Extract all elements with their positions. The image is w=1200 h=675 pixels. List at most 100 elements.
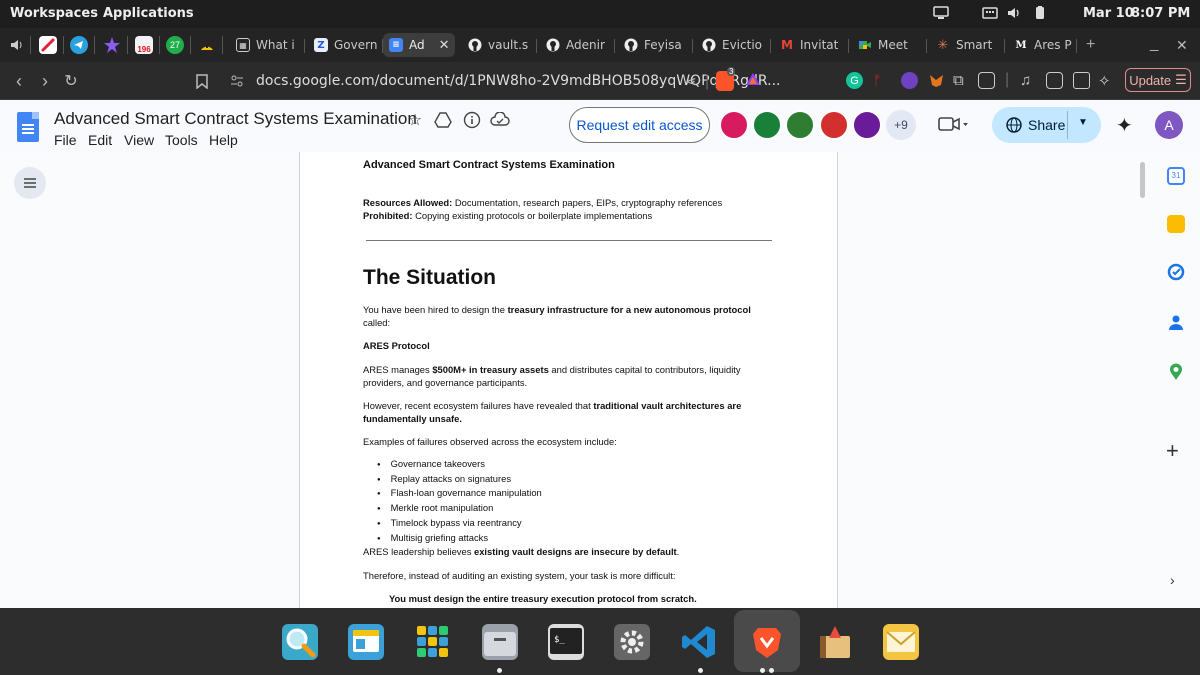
list-item: Replay attacks on signatures (377, 473, 542, 488)
star-icon[interactable]: ☆ (405, 110, 425, 130)
tab-4[interactable]: Adenir (540, 33, 612, 57)
close-window-icon[interactable]: ✕ (1176, 37, 1188, 54)
menu-file[interactable]: File (54, 132, 77, 148)
document-page[interactable]: Advanced Smart Contract Systems Examinat… (299, 152, 838, 608)
tab-9[interactable]: ✳ Smart (930, 33, 1002, 57)
window-manager-icon[interactable] (348, 624, 384, 660)
wallet-icon[interactable] (1073, 72, 1090, 89)
list-item: Multisig griefing attacks (377, 532, 542, 547)
paragraph-failures-revealed: However, recent ecosystem failures have … (363, 399, 773, 425)
document-title[interactable]: Advanced Smart Contract Systems Examinat… (54, 109, 417, 129)
mail-badge-icon[interactable]: 196 (135, 36, 153, 54)
text: ARES leadership believes (363, 546, 474, 557)
collaborator-avatar-castle[interactable] (719, 110, 749, 140)
close-tab-icon[interactable]: ✕ (439, 38, 450, 53)
github-icon (468, 38, 482, 52)
tab-1[interactable]: Z Govern (308, 33, 380, 57)
date[interactable]: Mar 10 (1083, 6, 1134, 21)
list-item-text: Merkle root manipulation (390, 502, 494, 514)
expand-panel-icon[interactable]: › (1170, 572, 1175, 588)
search-app-icon[interactable] (282, 624, 318, 660)
leo-ai-icon[interactable]: ✧ (1098, 72, 1115, 90)
outline-toggle-icon[interactable] (14, 167, 46, 199)
fox-extension-icon[interactable] (928, 72, 945, 89)
volume-icon[interactable] (1006, 6, 1022, 20)
terminal-icon[interactable]: $_ (548, 624, 584, 660)
tasks-icon[interactable] (1167, 263, 1185, 281)
forward-icon[interactable]: › (34, 70, 56, 92)
sidebar-icon[interactable] (1046, 72, 1063, 89)
contacts-icon[interactable] (1167, 313, 1185, 331)
share-button[interactable]: Share ▼ (992, 107, 1101, 143)
tab-8[interactable]: Meet (852, 33, 924, 57)
settings-gear-icon[interactable] (614, 624, 650, 660)
clock[interactable]: 8:07 PM (1131, 6, 1190, 21)
installer-icon[interactable] (817, 624, 853, 660)
minimize-icon[interactable]: _ (1150, 35, 1158, 52)
app-grid-icon[interactable] (415, 624, 451, 660)
reload-icon[interactable]: ↻ (60, 70, 82, 92)
vscode-icon[interactable] (681, 624, 717, 660)
tab-0[interactable]: ▦ What i (230, 33, 302, 57)
menu-edit[interactable]: Edit (88, 132, 112, 148)
user-avatar[interactable]: A (1155, 111, 1183, 139)
tab-3[interactable]: vault.s (462, 33, 534, 57)
vertical-scrollbar[interactable] (1140, 162, 1145, 198)
tab-10[interactable]: M Ares P (1008, 33, 1076, 57)
tab-active-docs[interactable]: ≡ Ad ✕ (383, 33, 455, 57)
tab-7[interactable]: M Invitat (774, 33, 846, 57)
gemini-icon[interactable]: ✦ (1116, 113, 1133, 138)
back-icon[interactable]: ‹ (8, 70, 30, 92)
keyboard-icon[interactable] (982, 6, 998, 20)
brave-browser-icon[interactable] (749, 624, 785, 660)
collaborator-avatar-crown[interactable] (852, 110, 882, 140)
keep-icon[interactable] (1167, 215, 1185, 233)
share-dropdown-icon[interactable]: ▼ (1078, 117, 1088, 128)
extensions-puzzle-icon[interactable]: ⧉ (953, 72, 970, 89)
maps-icon[interactable] (1167, 363, 1185, 381)
share-link-icon[interactable]: ⋖ (685, 73, 697, 90)
telegram-icon[interactable] (70, 36, 88, 54)
brave-shields-icon[interactable]: 3 (716, 67, 736, 91)
docs-logo-icon[interactable] (17, 112, 39, 142)
tab-label: vault.s (488, 38, 529, 52)
applications-menu[interactable]: Applications (103, 6, 194, 21)
display-icon[interactable] (933, 6, 949, 20)
tab-6[interactable]: Evictio (696, 33, 768, 57)
bookmark-icon[interactable] (191, 70, 213, 92)
get-addons-icon[interactable]: + (1166, 438, 1179, 464)
brave-rewards-icon[interactable] (744, 70, 762, 93)
address-bar[interactable]: docs.google.com/document/d/1PNW8ho-2V9md… (220, 66, 780, 96)
more-collaborators-badge[interactable]: +9 (886, 110, 916, 140)
request-edit-access-button[interactable]: Request edit access (569, 107, 710, 143)
cloud-saved-icon[interactable] (490, 110, 510, 130)
menu-view[interactable]: View (124, 132, 154, 148)
menu-tools[interactable]: Tools (165, 132, 198, 148)
collaborator-avatar-wombat[interactable] (819, 110, 849, 140)
files-icon[interactable] (482, 624, 518, 660)
tab-5[interactable]: Feyisa (618, 33, 690, 57)
grammarly-icon[interactable]: G (846, 72, 863, 89)
new-tab-icon[interactable]: + (1086, 36, 1095, 54)
mail-app-icon[interactable] (883, 624, 919, 660)
music-icon[interactable]: ♫ (1020, 72, 1037, 89)
update-button[interactable]: Update ☰ (1125, 68, 1191, 92)
collaborator-avatar-hedgehog[interactable] (785, 110, 815, 140)
pen-app-icon[interactable] (39, 36, 57, 54)
warning-app-icon[interactable] (198, 36, 216, 54)
details-info-icon[interactable] (462, 110, 482, 130)
meet-call-icon[interactable] (938, 115, 968, 138)
workspaces-menu[interactable]: Workspaces (10, 6, 98, 21)
extension-red-icon[interactable]: ᚠ (873, 72, 890, 89)
site-settings-icon[interactable] (230, 74, 244, 93)
extension-purple-icon[interactable] (901, 72, 918, 89)
chat-badge-icon[interactable]: 27 (166, 36, 184, 54)
reader-mode-icon[interactable] (978, 72, 995, 89)
speaker-icon[interactable] (8, 36, 26, 54)
calendar-icon[interactable]: 31 (1167, 167, 1185, 185)
star-app-icon[interactable] (103, 36, 121, 54)
menu-help[interactable]: Help (209, 132, 238, 148)
collaborator-avatar-wolverine[interactable] (752, 110, 782, 140)
move-to-drive-icon[interactable] (433, 110, 453, 130)
battery-icon[interactable] (1032, 6, 1048, 20)
